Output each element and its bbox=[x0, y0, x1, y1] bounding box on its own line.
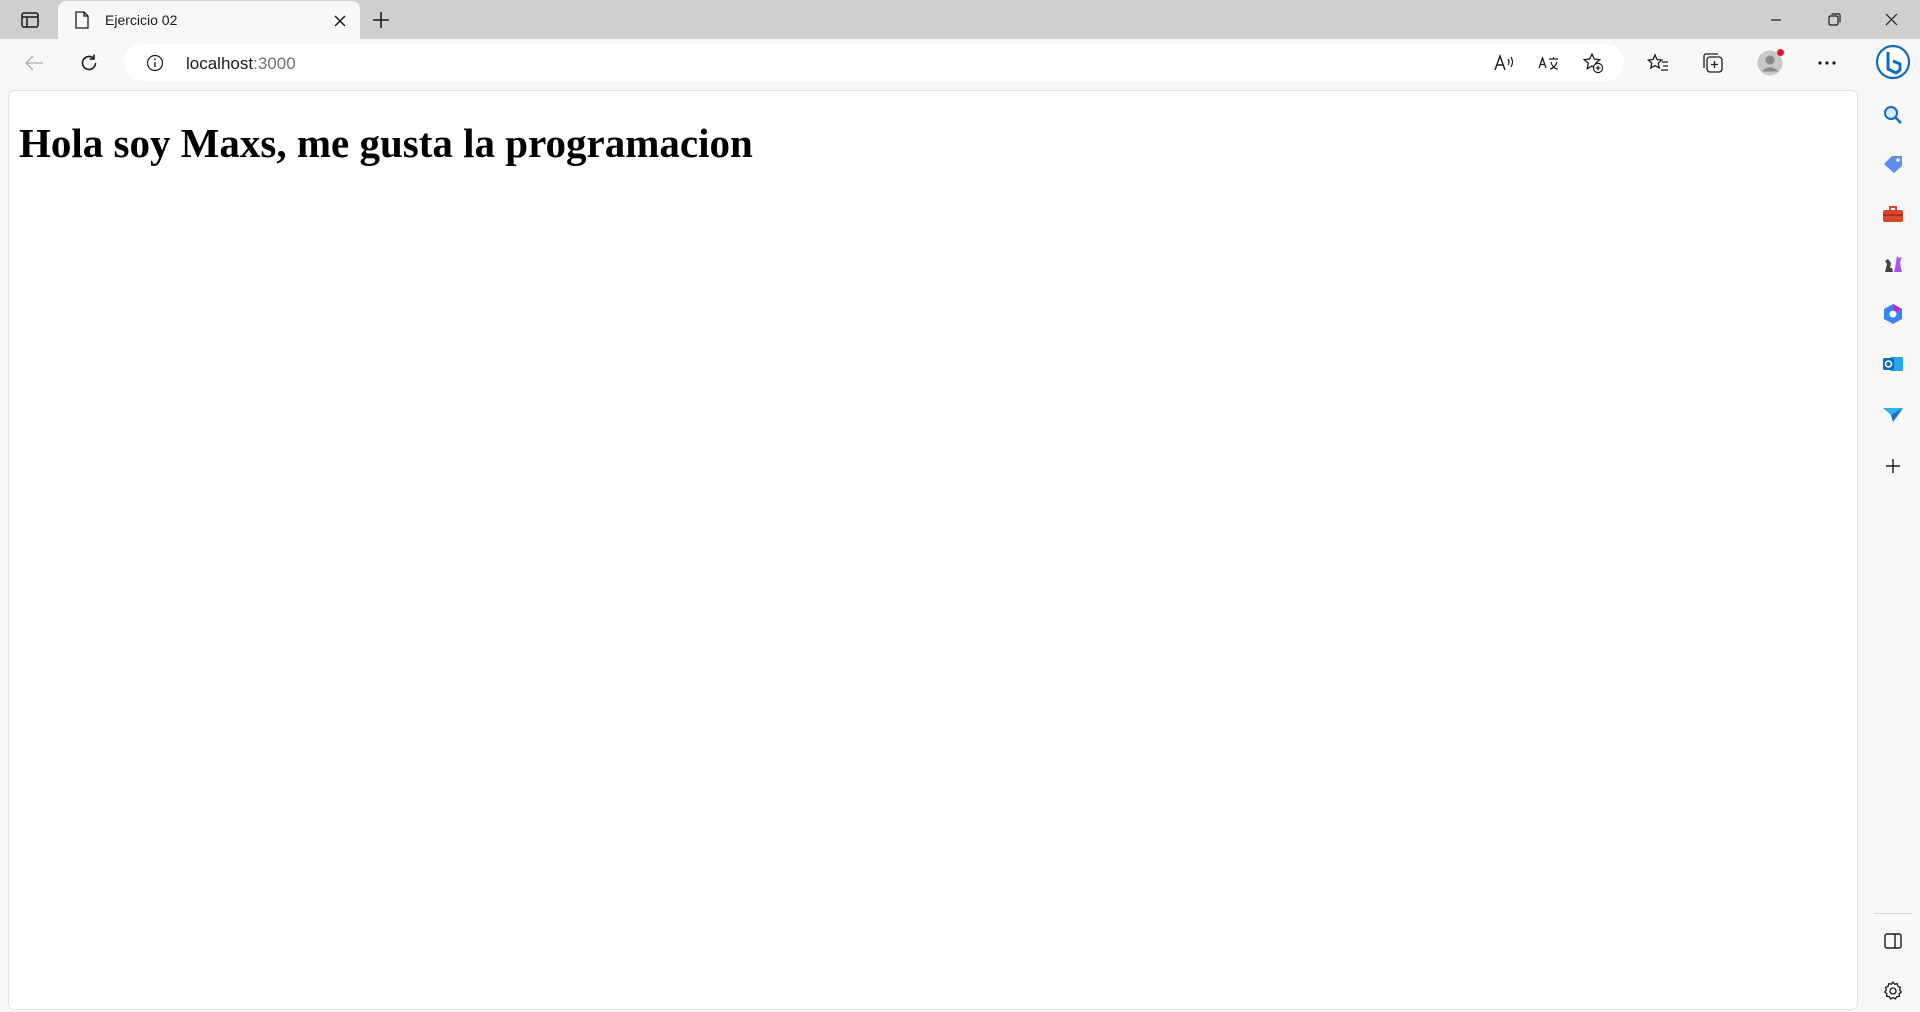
read-aloud-button[interactable] bbox=[1488, 48, 1522, 78]
sidebar-tools-button[interactable] bbox=[1874, 196, 1912, 232]
info-icon[interactable] bbox=[146, 54, 164, 72]
settings-icon bbox=[1883, 981, 1903, 1000]
url-port: :3000 bbox=[253, 54, 296, 73]
tools-icon bbox=[1883, 206, 1903, 222]
collections-icon bbox=[1703, 53, 1723, 73]
toolbar: localhost:3000 bbox=[0, 39, 1920, 88]
restore-icon bbox=[1827, 13, 1841, 26]
page-icon bbox=[75, 11, 89, 29]
close-icon bbox=[334, 15, 346, 27]
more-button[interactable] bbox=[1809, 46, 1845, 80]
sidebar-add-button[interactable] bbox=[1874, 448, 1912, 484]
back-arrow-icon bbox=[24, 55, 43, 71]
translate-icon bbox=[1538, 56, 1559, 70]
url-text[interactable]: localhost:3000 bbox=[186, 54, 296, 74]
read-aloud-icon bbox=[1494, 54, 1514, 71]
web-content: Hola soy Maxs, me gusta la programacion bbox=[8, 90, 1858, 1010]
tab-active[interactable]: Ejercicio 02 bbox=[58, 1, 360, 39]
url-host: localhost bbox=[186, 54, 254, 73]
sidebar-office-button[interactable] bbox=[1874, 296, 1912, 332]
tab-strip: Ejercicio 02 bbox=[0, 0, 1920, 39]
collections-button[interactable] bbox=[1695, 46, 1731, 80]
edge-sidebar bbox=[1866, 39, 1920, 1012]
sidebar-split-screen-button[interactable] bbox=[1874, 923, 1912, 959]
shopping-tag-icon bbox=[1884, 156, 1902, 173]
tab-actions-button[interactable] bbox=[14, 7, 46, 33]
send-icon bbox=[1883, 408, 1903, 422]
translate-button[interactable] bbox=[1532, 48, 1566, 78]
notification-dot bbox=[1777, 49, 1784, 56]
refresh-icon bbox=[81, 54, 97, 71]
outlook-icon bbox=[1883, 357, 1903, 371]
sidebar-send-button[interactable] bbox=[1874, 396, 1912, 432]
refresh-button[interactable] bbox=[71, 46, 107, 80]
search-icon bbox=[1884, 106, 1902, 124]
tab-close-button[interactable] bbox=[328, 9, 352, 33]
favorites-icon bbox=[1647, 53, 1668, 71]
add-favorite-button[interactable] bbox=[1576, 48, 1610, 78]
sidebar-search-button[interactable] bbox=[1874, 97, 1912, 133]
tab-actions-icon bbox=[21, 12, 39, 28]
plus-icon bbox=[373, 12, 389, 28]
star-plus-icon bbox=[1582, 52, 1604, 74]
sidebar-games-button[interactable] bbox=[1874, 246, 1912, 282]
more-icon bbox=[1818, 61, 1836, 65]
games-icon bbox=[1885, 256, 1902, 272]
restore-button[interactable] bbox=[1805, 0, 1863, 39]
new-tab-button[interactable] bbox=[366, 6, 396, 34]
minimize-icon bbox=[1771, 18, 1781, 21]
minimize-button[interactable] bbox=[1747, 0, 1805, 39]
office-icon bbox=[1884, 304, 1902, 324]
sidebar-outlook-button[interactable] bbox=[1874, 346, 1912, 382]
sidebar-shopping-button[interactable] bbox=[1874, 146, 1912, 182]
window-close-button[interactable] bbox=[1862, 0, 1920, 39]
add-icon bbox=[1886, 459, 1900, 473]
sidebar-settings-button[interactable] bbox=[1874, 973, 1912, 1009]
copilot-button[interactable] bbox=[1874, 44, 1912, 80]
bing-copilot-icon bbox=[1875, 44, 1911, 80]
profile-button[interactable] bbox=[1752, 46, 1788, 80]
close-icon bbox=[1885, 13, 1897, 26]
tab-title: Ejercicio 02 bbox=[105, 12, 178, 28]
sidebar-divider bbox=[1874, 913, 1912, 914]
page-heading: Hola soy Maxs, me gusta la programacion bbox=[19, 120, 753, 166]
split-screen-icon bbox=[1884, 933, 1902, 949]
favorites-button[interactable] bbox=[1640, 46, 1676, 80]
back-button[interactable] bbox=[16, 46, 52, 80]
address-bar[interactable]: localhost:3000 bbox=[124, 44, 1624, 81]
